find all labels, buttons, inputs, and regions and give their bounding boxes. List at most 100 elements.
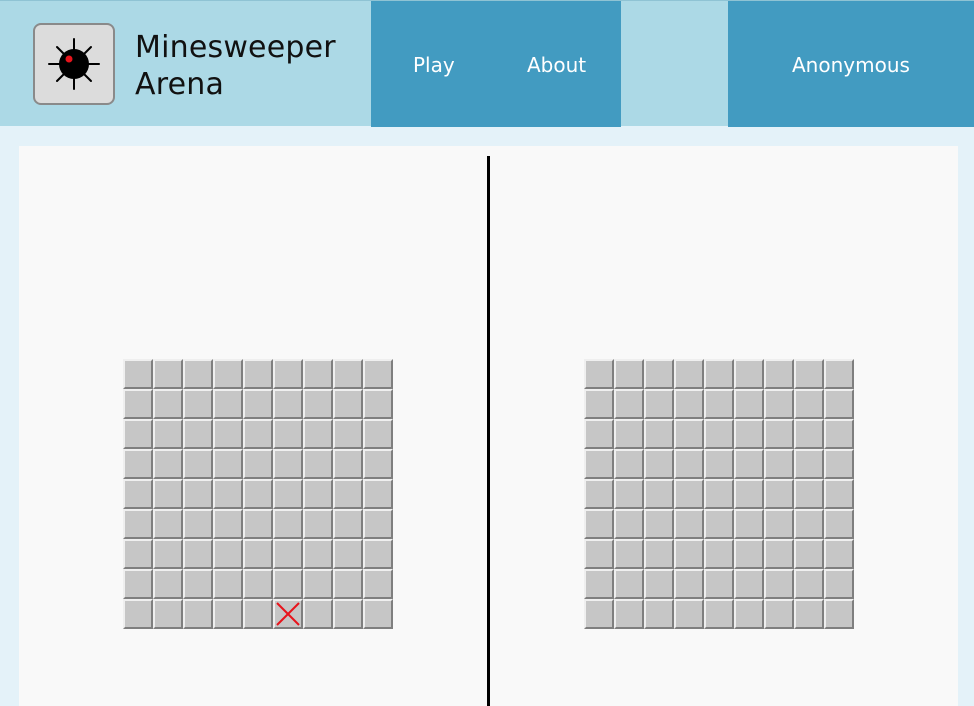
board-cell[interactable] [213, 389, 243, 419]
board-cell[interactable] [333, 509, 363, 539]
board-cell[interactable] [303, 449, 333, 479]
board-cell[interactable] [333, 389, 363, 419]
board-cell[interactable] [584, 509, 614, 539]
board-cell[interactable] [213, 479, 243, 509]
board-cell[interactable] [764, 509, 794, 539]
board-cell[interactable] [674, 359, 704, 389]
board-cell[interactable] [824, 419, 854, 449]
board-cell[interactable] [644, 449, 674, 479]
board-cell[interactable] [333, 359, 363, 389]
board-cell[interactable] [674, 389, 704, 419]
board-cell[interactable] [123, 569, 153, 599]
board-cell[interactable] [734, 389, 764, 419]
board-cell[interactable] [363, 389, 393, 419]
board-cell[interactable] [183, 599, 213, 629]
board-cell[interactable] [674, 479, 704, 509]
board-cell[interactable] [153, 449, 183, 479]
board-cell[interactable] [303, 509, 333, 539]
board-cell[interactable] [273, 479, 303, 509]
board-cell[interactable] [584, 389, 614, 419]
board-cell[interactable] [183, 449, 213, 479]
board-cell[interactable] [674, 509, 704, 539]
board-cell[interactable] [213, 539, 243, 569]
board-cell[interactable] [644, 419, 674, 449]
board-cell[interactable] [764, 599, 794, 629]
board-cell[interactable] [363, 509, 393, 539]
board-cell[interactable] [213, 359, 243, 389]
board-cell[interactable] [824, 479, 854, 509]
board-cell[interactable] [824, 389, 854, 419]
board-cell[interactable] [303, 419, 333, 449]
board-cell[interactable] [243, 449, 273, 479]
board-cell[interactable] [794, 389, 824, 419]
board-cell[interactable] [153, 509, 183, 539]
board-cell[interactable] [734, 569, 764, 599]
board-cell[interactable] [704, 419, 734, 449]
board-cell[interactable] [213, 599, 243, 629]
board-cell[interactable] [183, 479, 213, 509]
board-cell[interactable] [153, 539, 183, 569]
board-cell[interactable] [303, 599, 333, 629]
board-cell[interactable] [764, 479, 794, 509]
board-cell[interactable] [764, 419, 794, 449]
board-cell[interactable] [614, 569, 644, 599]
board-cell[interactable] [123, 389, 153, 419]
board-cell[interactable] [824, 449, 854, 479]
board-cell[interactable] [333, 479, 363, 509]
board-cell[interactable] [764, 449, 794, 479]
board-cell[interactable] [734, 599, 764, 629]
board-cell[interactable] [584, 569, 614, 599]
board-cell[interactable] [183, 359, 213, 389]
board-cell[interactable] [363, 449, 393, 479]
board-cell[interactable] [824, 539, 854, 569]
board-cell[interactable] [243, 389, 273, 419]
board-cell[interactable] [614, 389, 644, 419]
board-cell[interactable] [273, 509, 303, 539]
board-cell[interactable] [794, 509, 824, 539]
board-cell[interactable] [363, 539, 393, 569]
board-cell[interactable] [614, 359, 644, 389]
board-cell[interactable] [764, 389, 794, 419]
board-cell[interactable] [704, 569, 734, 599]
board-cell[interactable] [794, 539, 824, 569]
board-cell[interactable] [734, 419, 764, 449]
board-cell[interactable] [704, 359, 734, 389]
board-cell[interactable] [153, 359, 183, 389]
board-cell[interactable] [243, 479, 273, 509]
board-cell[interactable] [584, 449, 614, 479]
board-cell[interactable] [333, 419, 363, 449]
board-cell[interactable] [614, 419, 644, 449]
board-cell[interactable] [243, 419, 273, 449]
board-cell[interactable] [644, 569, 674, 599]
board-cell[interactable] [363, 569, 393, 599]
board-cell[interactable] [153, 389, 183, 419]
board-cell[interactable] [123, 509, 153, 539]
board-cell[interactable] [674, 569, 704, 599]
board-cell[interactable] [734, 539, 764, 569]
board-cell[interactable] [764, 359, 794, 389]
board-cell[interactable] [704, 599, 734, 629]
board-cell[interactable] [303, 389, 333, 419]
board-cell[interactable] [183, 389, 213, 419]
board-cell[interactable] [243, 359, 273, 389]
board-cell[interactable] [273, 359, 303, 389]
board-cell[interactable] [243, 599, 273, 629]
board-cell[interactable] [794, 449, 824, 479]
board-cell[interactable] [123, 539, 153, 569]
board-cell[interactable] [704, 479, 734, 509]
board-cell[interactable] [674, 449, 704, 479]
board-cell[interactable] [584, 539, 614, 569]
board-cell[interactable] [153, 599, 183, 629]
board-cell[interactable] [303, 539, 333, 569]
board-cell[interactable] [213, 569, 243, 599]
board-cell[interactable] [213, 449, 243, 479]
board-cell[interactable] [584, 419, 614, 449]
board-cell[interactable] [123, 479, 153, 509]
user-menu-link[interactable]: Anonymous [792, 53, 910, 77]
board-cell[interactable] [363, 599, 393, 629]
board-cell[interactable] [644, 509, 674, 539]
board-cell[interactable] [764, 569, 794, 599]
nav-about-link[interactable]: About [527, 53, 586, 77]
board-cell[interactable] [734, 359, 764, 389]
board-cell[interactable] [273, 419, 303, 449]
